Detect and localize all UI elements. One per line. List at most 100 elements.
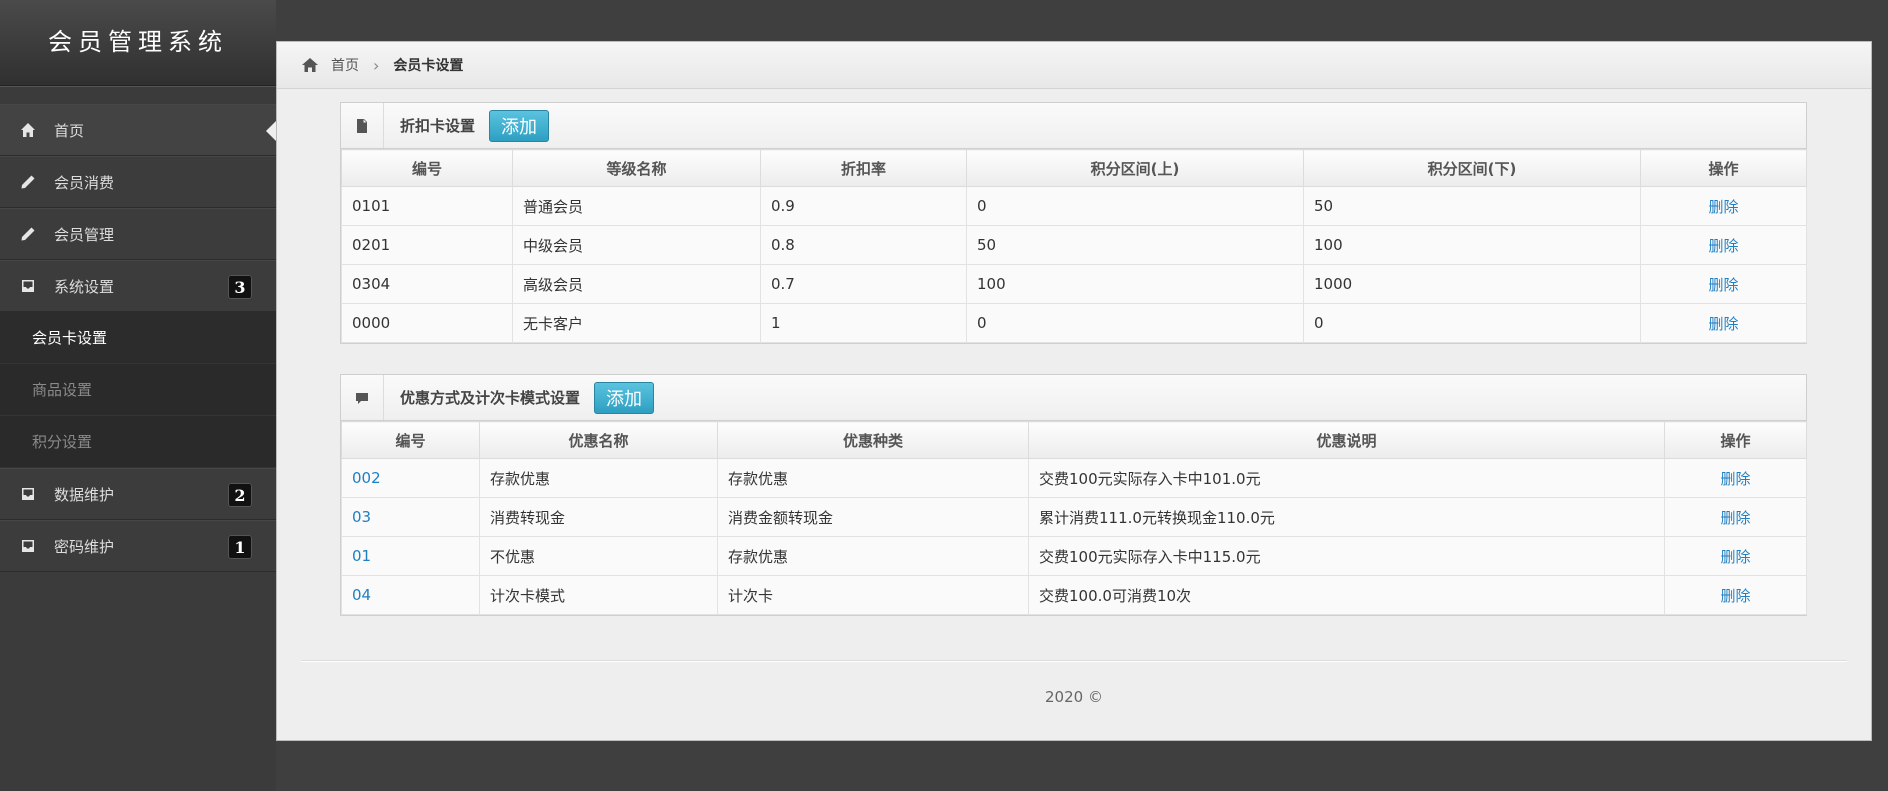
cell-lower: 1000 bbox=[1303, 264, 1641, 304]
sidebar: 会员管理系统 首页 会员消费 会员管理 系统设置 3 会员卡设置 商品设置 积分… bbox=[0, 0, 276, 791]
sidebar-item-label: 密码维护 bbox=[54, 537, 115, 556]
add-promotion-button[interactable]: 添加 bbox=[594, 381, 655, 414]
footer-divider bbox=[301, 660, 1847, 661]
cell-lower: 50 bbox=[1303, 186, 1641, 226]
breadcrumb-home-link[interactable]: 首页 bbox=[331, 55, 359, 75]
sidebar-item-label: 会员管理 bbox=[54, 225, 115, 244]
inbox-icon bbox=[20, 278, 36, 294]
cell-name: 高级会员 bbox=[512, 264, 761, 304]
cell-name: 无卡客户 bbox=[512, 303, 761, 343]
table-row: 03 消费转现金 消费金额转现金 累计消费111.0元转换现金110.0元 删除 bbox=[341, 497, 1807, 537]
pencil-icon bbox=[20, 226, 36, 242]
cell-name: 普通会员 bbox=[512, 186, 761, 226]
cell-description: 交费100元实际存入卡中115.0元 bbox=[1028, 536, 1665, 576]
cell-name: 计次卡模式 bbox=[479, 575, 718, 615]
sidebar-item-member-management[interactable]: 会员管理 bbox=[0, 208, 276, 260]
cell-id: 0304 bbox=[341, 264, 513, 304]
sidebar-item-label: 首页 bbox=[54, 121, 85, 140]
cell-name: 存款优惠 bbox=[479, 458, 718, 498]
table-row: 002 存款优惠 存款优惠 交费100元实际存入卡中101.0元 删除 bbox=[341, 458, 1807, 498]
cell-type: 计次卡 bbox=[717, 575, 1029, 615]
panel-title: 折扣卡设置 bbox=[400, 117, 476, 135]
sidebar-item-data-maintenance[interactable]: 数据维护 2 bbox=[0, 468, 276, 520]
promotion-id-link[interactable]: 04 bbox=[352, 586, 371, 604]
delete-link[interactable]: 删除 bbox=[1708, 237, 1738, 255]
count-badge: 2 bbox=[228, 483, 252, 507]
panel-header: 折扣卡设置 添加 bbox=[341, 103, 1806, 149]
cell-upper: 100 bbox=[966, 264, 1304, 304]
cell-rate: 0.7 bbox=[760, 264, 967, 304]
cell-upper: 50 bbox=[966, 225, 1304, 265]
promotion-id-link[interactable]: 01 bbox=[352, 547, 371, 565]
add-discount-card-button[interactable]: 添加 bbox=[489, 109, 550, 142]
table-row: 01 不优惠 存款优惠 交费100元实际存入卡中115.0元 删除 bbox=[341, 536, 1807, 576]
footer-copyright: 2020 © bbox=[1045, 688, 1103, 706]
cell-rate: 0.9 bbox=[760, 186, 967, 226]
cell-rate: 1 bbox=[760, 303, 967, 343]
pencil-icon bbox=[20, 174, 36, 190]
main-content: 首页 › 会员卡设置 折扣卡设置 添加 编号 等级名称 折扣率 积分区间(上) … bbox=[276, 41, 1872, 741]
column-header: 优惠名称 bbox=[479, 421, 718, 459]
cell-description: 交费100.0可消费10次 bbox=[1028, 575, 1665, 615]
cell-type: 存款优惠 bbox=[717, 536, 1029, 576]
inbox-icon bbox=[20, 486, 36, 502]
cell-id: 0101 bbox=[341, 186, 513, 226]
submenu-item-product-settings[interactable]: 商品设置 bbox=[0, 364, 276, 416]
promotion-panel: 优惠方式及计次卡模式设置 添加 编号 优惠名称 优惠种类 优惠说明 操作 002 bbox=[340, 374, 1807, 616]
inbox-icon bbox=[20, 538, 36, 554]
breadcrumb: 首页 › 会员卡设置 bbox=[277, 42, 1871, 89]
cell-name: 消费转现金 bbox=[479, 497, 718, 537]
column-header: 优惠种类 bbox=[717, 421, 1029, 459]
count-badge: 3 bbox=[228, 275, 252, 299]
promotion-id-link[interactable]: 03 bbox=[352, 508, 371, 526]
column-header: 编号 bbox=[341, 149, 513, 187]
sidebar-item-label: 系统设置 bbox=[54, 277, 115, 296]
table-row: 0101 普通会员 0.9 0 50 删除 bbox=[341, 186, 1807, 226]
cell-lower: 0 bbox=[1303, 303, 1641, 343]
cell-type: 存款优惠 bbox=[717, 458, 1029, 498]
delete-link[interactable]: 删除 bbox=[1708, 198, 1738, 216]
delete-link[interactable]: 删除 bbox=[1720, 587, 1750, 605]
submenu-item-card-settings[interactable]: 会员卡设置 bbox=[0, 312, 276, 364]
column-header: 折扣率 bbox=[760, 149, 967, 187]
delete-link[interactable]: 删除 bbox=[1720, 548, 1750, 566]
cell-type: 消费金额转现金 bbox=[717, 497, 1029, 537]
document-icon bbox=[357, 118, 367, 133]
sidebar-item-home[interactable]: 首页 bbox=[0, 104, 276, 156]
column-header: 等级名称 bbox=[512, 149, 761, 187]
breadcrumb-current: 会员卡设置 bbox=[393, 58, 464, 74]
column-header: 积分区间(下) bbox=[1303, 149, 1641, 187]
cell-description: 累计消费111.0元转换现金110.0元 bbox=[1028, 497, 1665, 537]
submenu-item-points-settings[interactable]: 积分设置 bbox=[0, 416, 276, 468]
panel-title: 优惠方式及计次卡模式设置 bbox=[400, 389, 581, 407]
promotion-id-link[interactable]: 002 bbox=[352, 469, 381, 487]
table-header-row: 编号 等级名称 折扣率 积分区间(上) 积分区间(下) 操作 bbox=[341, 149, 1807, 187]
discount-card-panel: 折扣卡设置 添加 编号 等级名称 折扣率 积分区间(上) 积分区间(下) 操作 bbox=[340, 102, 1807, 344]
delete-link[interactable]: 删除 bbox=[1708, 276, 1738, 294]
delete-link[interactable]: 删除 bbox=[1720, 509, 1750, 527]
table-row: 0201 中级会员 0.8 50 100 删除 bbox=[341, 225, 1807, 265]
column-header: 操作 bbox=[1664, 421, 1807, 459]
table-row: 0000 无卡客户 1 0 0 删除 bbox=[341, 303, 1807, 343]
cell-upper: 0 bbox=[966, 186, 1304, 226]
table-row: 04 计次卡模式 计次卡 交费100.0可消费10次 删除 bbox=[341, 575, 1807, 615]
sidebar-item-system-settings[interactable]: 系统设置 3 bbox=[0, 260, 276, 312]
cell-id: 0000 bbox=[341, 303, 513, 343]
sidebar-item-password-maintenance[interactable]: 密码维护 1 bbox=[0, 520, 276, 572]
sidebar-nav: 首页 会员消费 会员管理 系统设置 3 会员卡设置 商品设置 积分设置 数据维护… bbox=[0, 104, 276, 572]
app-title: 会员管理系统 bbox=[0, 0, 276, 86]
table-row: 0304 高级会员 0.7 100 1000 删除 bbox=[341, 264, 1807, 304]
column-header: 操作 bbox=[1640, 149, 1807, 187]
sidebar-item-label: 数据维护 bbox=[54, 485, 115, 504]
cell-name: 中级会员 bbox=[512, 225, 761, 265]
sidebar-item-label: 会员消费 bbox=[54, 173, 115, 192]
table-header-row: 编号 优惠名称 优惠种类 优惠说明 操作 bbox=[341, 421, 1807, 459]
discount-card-table: 编号 等级名称 折扣率 积分区间(上) 积分区间(下) 操作 0101 普通会员… bbox=[341, 149, 1807, 343]
column-header: 优惠说明 bbox=[1028, 421, 1665, 459]
cell-description: 交费100元实际存入卡中101.0元 bbox=[1028, 458, 1665, 498]
delete-link[interactable]: 删除 bbox=[1720, 470, 1750, 488]
panel-header: 优惠方式及计次卡模式设置 添加 bbox=[341, 375, 1806, 421]
delete-link[interactable]: 删除 bbox=[1708, 315, 1738, 333]
sidebar-item-member-consumption[interactable]: 会员消费 bbox=[0, 156, 276, 208]
chevron-right-icon: › bbox=[373, 55, 380, 75]
